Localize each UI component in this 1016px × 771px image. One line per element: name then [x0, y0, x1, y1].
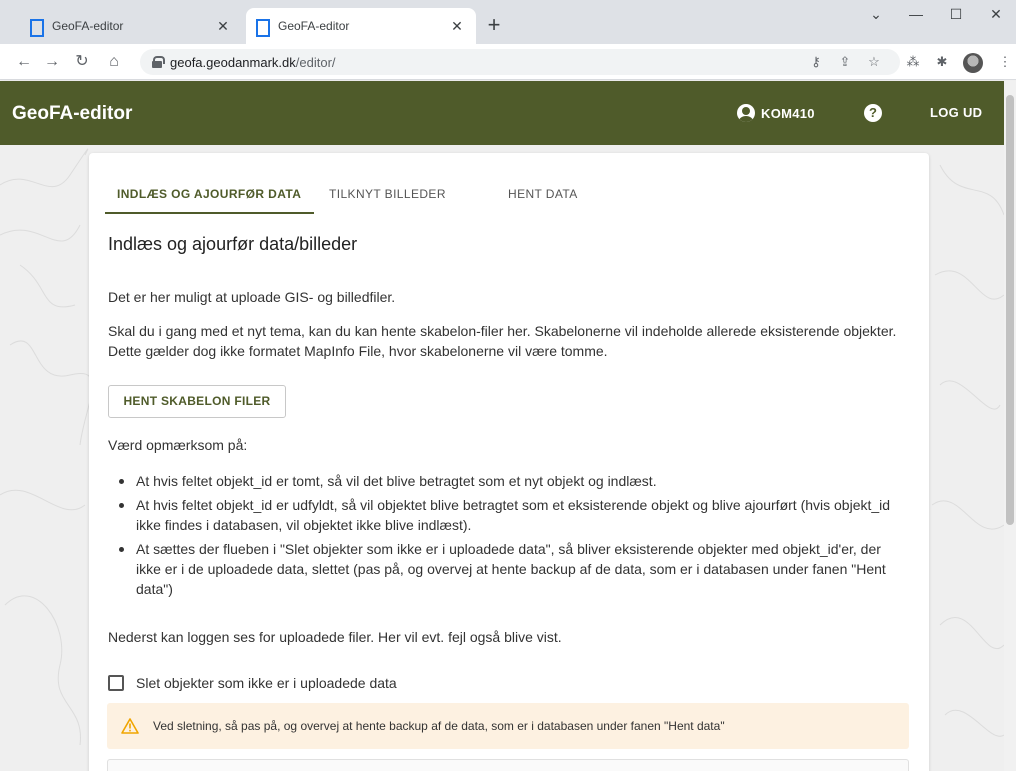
browser-tab-active[interactable]: GeoFA-editor ✕ [246, 8, 476, 44]
reload-icon[interactable]: ↻ [72, 52, 92, 72]
intro-text: Det er her muligt at uploade GIS- og bil… [108, 289, 396, 305]
profile-avatar[interactable] [963, 53, 983, 73]
warning-text: Ved sletning, så pas på, og overvej at h… [153, 719, 725, 733]
active-tab-indicator [105, 212, 314, 214]
new-tab-button[interactable]: + [482, 14, 506, 38]
deletion-warning-alert: Ved sletning, så pas på, og overvej at h… [107, 703, 909, 749]
puzzle-extensions-icon[interactable]: ✱ [933, 53, 951, 71]
tab-tilknyt-billeder[interactable]: TILKNYT BILLEDER [329, 187, 446, 201]
scrollbar-thumb[interactable] [1006, 95, 1014, 525]
geofa-favicon-icon [30, 19, 44, 37]
close-tab-icon[interactable]: ✕ [448, 18, 466, 35]
template-description: Skal du i gang med et nyt tema, kan du k… [108, 323, 897, 359]
browser-tab[interactable]: GeoFA-editor ✕ [20, 8, 242, 44]
list-item: At hvis feltet objekt_id er udfyldt, så … [108, 495, 908, 535]
back-arrow-icon[interactable]: ← [14, 52, 34, 72]
browser-tab-title: GeoFA-editor [52, 19, 124, 33]
page-title: Indlæs og ajourfør data/billeder [108, 234, 358, 254]
app-title: GeoFA-editor [12, 103, 133, 124]
app-header: GeoFA-editor KOM410 ? LOG UD [0, 81, 1004, 145]
url-path: /editor/ [295, 54, 336, 70]
list-item: At hvis feltet objekt_id er tomt, så vil… [108, 471, 908, 491]
key-icon[interactable]: ⚷ [807, 53, 825, 71]
tab-search-chevron-icon[interactable]: ⌄ [856, 6, 896, 30]
notice-list: At hvis feltet objekt_id er tomt, så vil… [108, 471, 908, 603]
lock-icon[interactable] [152, 56, 165, 68]
user-name: KOM410 [761, 105, 815, 121]
page-scrollbar[interactable] [1004, 81, 1016, 771]
maximize-window-icon[interactable]: ☐ [936, 6, 976, 30]
user-account-button[interactable]: KOM410 [737, 104, 815, 122]
browser-tab-strip: GeoFA-editor ✕ GeoFA-editor ✕ + ⌄ — ☐ ✕ [0, 0, 1016, 44]
help-icon[interactable]: ? [864, 104, 882, 122]
minimize-window-icon[interactable]: — [896, 6, 936, 30]
close-tab-icon[interactable]: ✕ [214, 18, 232, 35]
browser-menu-icon[interactable]: ⋮ [996, 53, 1014, 71]
delete-objects-label[interactable]: Slet objekter som ikke er i uploadede da… [136, 675, 397, 691]
tab-indlaes-og-ajourfoer[interactable]: INDLÆS OG AJOURFØR DATA [117, 187, 301, 201]
share-icon[interactable]: ⇪ [836, 53, 854, 71]
upload-dropzone[interactable] [107, 759, 909, 771]
url-host: geofa.geodanmark.dk [170, 54, 296, 70]
download-templates-button[interactable]: HENT SKABELON FILER [108, 385, 286, 418]
delete-objects-checkbox[interactable] [108, 675, 124, 691]
browser-tab-title: GeoFA-editor [278, 19, 350, 33]
warning-triangle-icon [121, 718, 139, 734]
user-circle-icon [737, 104, 755, 122]
logout-button[interactable]: LOG UD [930, 105, 982, 120]
forward-arrow-icon[interactable]: → [42, 52, 62, 72]
home-icon[interactable]: ⌂ [104, 52, 124, 72]
address-bar[interactable]: geofa.geodanmark.dk/editor/ [140, 49, 900, 75]
geofa-favicon-icon [256, 19, 270, 37]
list-item: At sættes der flueben i "Slet objekter s… [108, 539, 908, 599]
bookmark-star-icon[interactable]: ☆ [865, 53, 883, 71]
browser-toolbar: ← → ↻ ⌂ geofa.geodanmark.dk/editor/ ⚷ ⇪ … [0, 44, 1016, 80]
close-window-icon[interactable]: ✕ [976, 6, 1016, 30]
log-description: Nederst kan loggen ses for uploadede fil… [108, 629, 562, 645]
notice-heading: Værd opmærksom på: [108, 437, 248, 453]
tab-hent-data[interactable]: HENT DATA [508, 187, 578, 201]
extension-icon[interactable]: ⁂ [904, 53, 922, 71]
delete-objects-option[interactable]: Slet objekter som ikke er i uploadede da… [108, 675, 397, 691]
content-card: INDLÆS OG AJOURFØR DATA TILKNYT BILLEDER… [89, 153, 929, 771]
